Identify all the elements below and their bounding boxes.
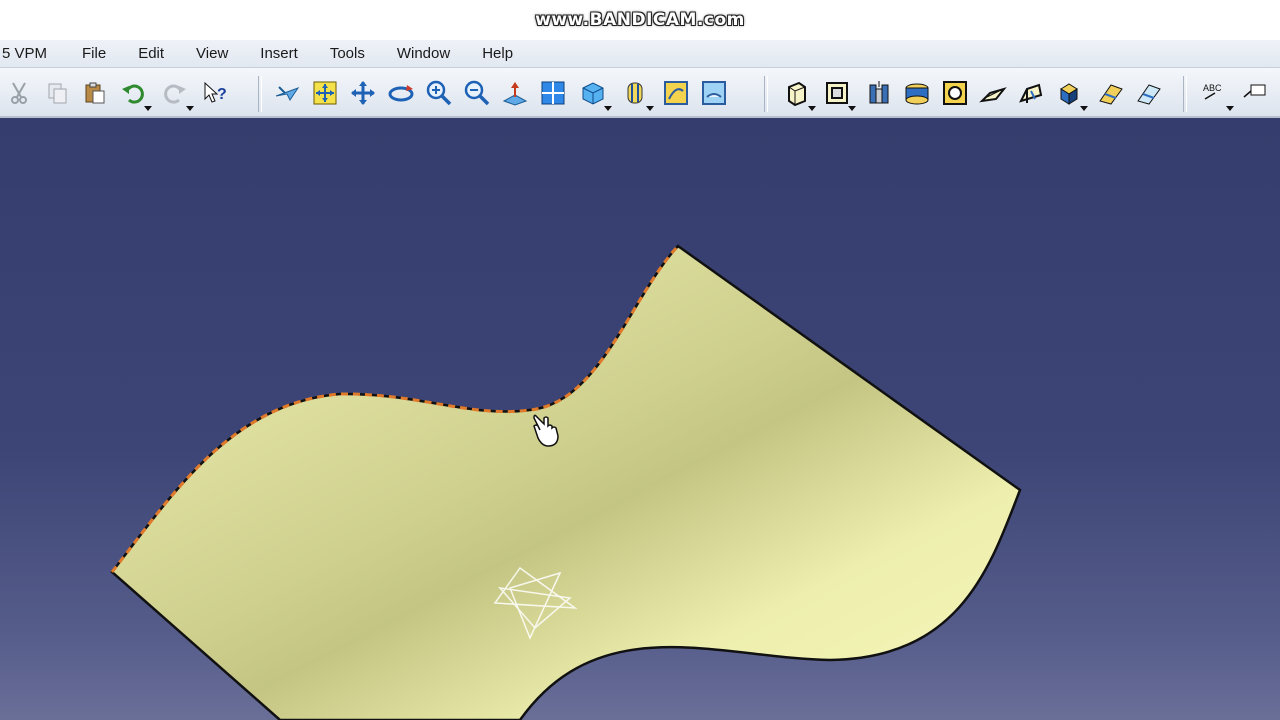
rotate-icon[interactable] bbox=[386, 78, 416, 108]
flag-note-icon[interactable] bbox=[1240, 78, 1270, 108]
menu-view[interactable]: View bbox=[180, 45, 244, 62]
surface-geometry[interactable] bbox=[0, 118, 1280, 720]
watermark-text: www.BANDICAM.com bbox=[535, 10, 745, 30]
swap-visible-icon[interactable] bbox=[699, 78, 729, 108]
pocket-icon[interactable] bbox=[822, 78, 856, 111]
hole-icon[interactable] bbox=[940, 78, 970, 108]
render-style-icon[interactable] bbox=[620, 78, 654, 111]
svg-text:?: ? bbox=[217, 86, 227, 103]
menu-tools[interactable]: Tools bbox=[314, 45, 381, 62]
solid-combine-icon[interactable] bbox=[1054, 78, 1088, 111]
recording-watermark: www.BANDICAM.com bbox=[0, 0, 1280, 40]
copy-icon[interactable] bbox=[42, 78, 72, 108]
extruded-surface[interactable] bbox=[110, 244, 1022, 720]
standard-toolbar: ? ABC bbox=[0, 68, 1280, 118]
cut-icon[interactable] bbox=[4, 78, 34, 108]
fit-all-icon[interactable] bbox=[310, 78, 340, 108]
menu-help[interactable]: Help bbox=[466, 45, 529, 62]
undo-icon[interactable] bbox=[118, 78, 152, 111]
menu-window[interactable]: Window bbox=[381, 45, 466, 62]
redo-icon[interactable] bbox=[160, 78, 194, 111]
menu-file[interactable]: File bbox=[66, 45, 122, 62]
rib-icon[interactable] bbox=[978, 78, 1008, 108]
fly-mode-icon[interactable] bbox=[272, 78, 302, 108]
hide-show-icon[interactable] bbox=[661, 78, 691, 108]
groove-icon[interactable] bbox=[902, 78, 932, 108]
3d-viewport[interactable] bbox=[0, 118, 1280, 720]
slot-icon[interactable] bbox=[1016, 78, 1046, 108]
zoom-out-icon[interactable] bbox=[462, 78, 492, 108]
iso-view-icon[interactable] bbox=[578, 78, 612, 111]
normal-view-icon[interactable] bbox=[500, 78, 530, 108]
multi-section-solid-icon[interactable] bbox=[1096, 78, 1126, 108]
shaft-icon[interactable] bbox=[864, 78, 894, 108]
removed-multi-section-icon[interactable] bbox=[1134, 78, 1164, 108]
svg-text:ABC: ABC bbox=[1203, 83, 1222, 93]
pad-icon[interactable] bbox=[782, 78, 816, 111]
multi-view-icon[interactable] bbox=[538, 78, 568, 108]
menu-edit[interactable]: Edit bbox=[122, 45, 180, 62]
pan-icon[interactable] bbox=[348, 78, 378, 108]
menu-insert[interactable]: Insert bbox=[244, 45, 314, 62]
app-title: 5 VPM bbox=[2, 45, 48, 62]
menu-bar: 5 VPM File Edit View Insert Tools Window… bbox=[0, 40, 1280, 68]
paste-icon[interactable] bbox=[80, 78, 110, 108]
text-annotation-icon[interactable]: ABC bbox=[1200, 78, 1234, 111]
zoom-in-icon[interactable] bbox=[424, 78, 454, 108]
whats-this-icon[interactable]: ? bbox=[200, 78, 230, 108]
